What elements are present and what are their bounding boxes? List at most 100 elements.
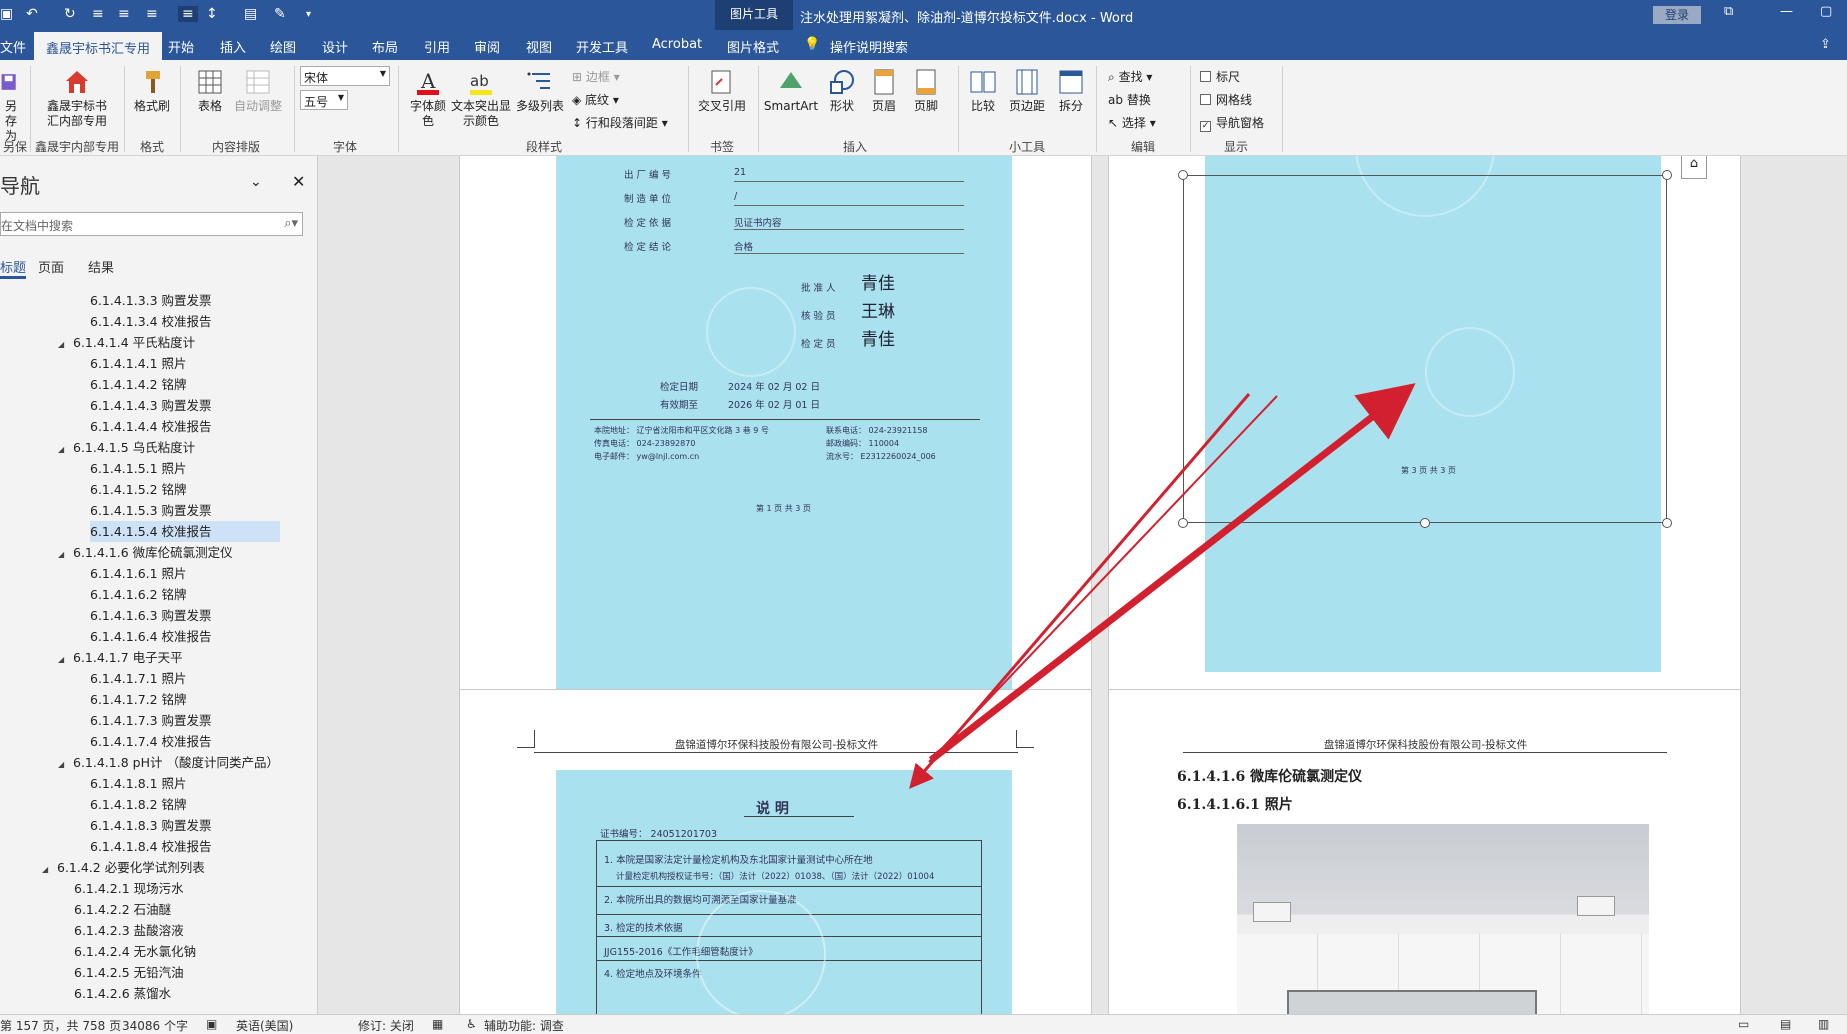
nav-pane-checkbox[interactable]: ✓ 导航窗格 [1200, 114, 1264, 132]
line-spacing-icon[interactable]: ↕ [206, 6, 218, 22]
tab-insert[interactable]: 插入 [220, 37, 246, 56]
tab-picture-format[interactable]: 图片格式 [727, 37, 779, 56]
nav-tab-pages[interactable]: 页面 [38, 257, 64, 276]
compare-button[interactable]: 比较 [964, 68, 1002, 114]
font-color-button[interactable]: A 字体颜色 [404, 68, 452, 129]
select-button[interactable]: ↖ 选择 ▾ [1108, 114, 1156, 131]
nav-heading-item[interactable]: 6.1.4.1.4.2 铭牌 [90, 374, 187, 395]
font-size-select[interactable]: 五号 ▼ [300, 90, 348, 110]
nav-heading-item[interactable]: 6.1.4.1.5.1 照片 [90, 458, 187, 479]
tab-layout[interactable]: 布局 [372, 37, 398, 56]
redo-icon[interactable]: ↻ [64, 6, 76, 22]
status-words[interactable]: 34086 个字 [122, 1017, 188, 1034]
nav-heading-item[interactable]: ◢ 6.1.4.1.5 乌氏粘度计 [58, 437, 195, 458]
macro-icon[interactable]: ▦ [432, 1017, 443, 1031]
nav-heading-item[interactable]: 6.1.4.1.6.3 购置发票 [90, 605, 212, 626]
read-mode-icon[interactable]: ▭ [1738, 1017, 1749, 1031]
nav-heading-item[interactable]: 6.1.4.1.6.4 校准报告 [90, 626, 212, 647]
status-accessibility[interactable]: 辅助功能: 调查 [484, 1017, 564, 1034]
gridlines-checkbox[interactable]: 网格线 [1200, 91, 1252, 108]
nav-heading-item[interactable]: 6.1.4.2.2 石油醚 [74, 899, 171, 920]
nav-heading-item[interactable]: 6.1.4.2.5 无铅汽油 [74, 962, 184, 983]
web-layout-icon[interactable]: ▥ [1818, 1017, 1829, 1031]
tab-acrobat[interactable]: Acrobat [652, 37, 702, 52]
status-language[interactable]: 英语(美国) [236, 1017, 293, 1034]
tab-xsy[interactable]: 鑫晟宇标书汇专用 [34, 32, 163, 60]
nav-tab-results[interactable]: 结果 [88, 257, 114, 276]
save-as-icon[interactable]: ▤ [244, 6, 257, 22]
margins-button[interactable]: 页边距 [1004, 68, 1050, 114]
nav-heading-item[interactable]: 6.1.4.1.3.3 购置发票 [90, 290, 212, 311]
split-button[interactable]: 拆分 [1052, 68, 1090, 114]
border-button[interactable]: ⊞ 边框 ▾ [572, 68, 620, 85]
nav-heading-item[interactable]: 6.1.4.1.5.2 铭牌 [90, 479, 187, 500]
nav-heading-item[interactable]: 6.1.4.1.8.1 照片 [90, 773, 187, 794]
cross-reference-button[interactable]: 交叉引用 [694, 68, 750, 114]
proofing-icon[interactable]: ▣ [206, 1017, 217, 1031]
line-spacing-button[interactable]: ↕ 行和段落间距 ▾ [572, 114, 668, 131]
shapes-button[interactable]: 形状 [822, 68, 862, 114]
status-page[interactable]: 第 157 页，共 758 页 [0, 1017, 121, 1034]
collapse-triangle-icon[interactable]: ◢ [58, 439, 73, 460]
xsy-button[interactable]: 鑫晟宇标书汇内部专用 [40, 68, 114, 129]
nav-tab-headings[interactable]: 标题 [0, 257, 27, 279]
nav-heading-item[interactable]: ◢ 6.1.4.1.4 平氏粘度计 [58, 332, 195, 353]
nav-heading-item[interactable]: 6.1.4.1.7.2 铭牌 [90, 689, 187, 710]
collapse-triangle-icon[interactable]: ◢ [58, 649, 73, 670]
tab-home[interactable]: 开始 [168, 37, 194, 56]
ribbon-display-icon[interactable]: ⧉ [1724, 4, 1733, 19]
nav-heading-item[interactable]: 6.1.4.1.8.3 购置发票 [90, 815, 212, 836]
nav-heading-item[interactable]: 6.1.4.2.1 现场污水 [74, 878, 184, 899]
smartart-button[interactable]: SmartArt [762, 68, 820, 114]
justify-icon[interactable]: ≡ [178, 6, 198, 22]
maximize-icon[interactable]: ▢ [1820, 4, 1832, 19]
customize-qa-icon[interactable]: ▾ [306, 9, 311, 20]
save-as-button[interactable]: 另存为 [0, 68, 22, 144]
header-button[interactable]: 页眉 [864, 68, 904, 114]
font-name-select[interactable]: 宋体 ▼ [300, 66, 390, 86]
tab-file[interactable]: 文件 [0, 37, 26, 56]
collapse-triangle-icon[interactable]: ◢ [58, 754, 73, 775]
multilevel-list-button[interactable]: 多级列表 [514, 68, 566, 114]
collapse-triangle-icon[interactable]: ◢ [58, 334, 73, 355]
tell-me-search[interactable]: 操作说明搜索 [830, 37, 908, 56]
tab-developer[interactable]: 开发工具 [576, 37, 628, 56]
auto-adjust-button[interactable]: 自动调整 [232, 68, 284, 114]
nav-heading-item[interactable]: 6.1.4.1.7.1 照片 [90, 668, 187, 689]
search-icon[interactable]: ⌕▾ [284, 216, 298, 231]
nav-heading-item[interactable]: 6.1.4.2.4 无水氯化钠 [74, 941, 196, 962]
nav-heading-item[interactable]: 6.1.4.1.7.3 购置发票 [90, 710, 212, 731]
tab-draw[interactable]: 绘图 [270, 37, 296, 56]
shading-button[interactable]: ◈ 底纹 ▾ [572, 91, 619, 108]
replace-button[interactable]: ab 替换 [1108, 91, 1151, 108]
find-button[interactable]: ⌕ 查找 ▾ [1108, 68, 1152, 85]
chevron-down-icon[interactable]: ⌄ [250, 174, 262, 190]
minimize-icon[interactable]: — [1780, 4, 1793, 19]
tab-review[interactable]: 审阅 [474, 37, 500, 56]
nav-heading-item[interactable]: ◢ 6.1.4.1.7 电子天平 [58, 647, 183, 668]
status-track-changes[interactable]: 修订: 关闭 [358, 1017, 414, 1034]
nav-heading-item[interactable]: 6.1.4.1.5.4 校准报告 [90, 521, 280, 542]
tab-references[interactable]: 引用 [424, 37, 450, 56]
nav-heading-item[interactable]: 6.1.4.1.6.2 铭牌 [90, 584, 187, 605]
nav-heading-item[interactable]: 6.1.4.1.7.4 校准报告 [90, 731, 212, 752]
format-painter-qa-icon[interactable]: ✎ [274, 6, 286, 22]
nav-heading-item[interactable]: ◢ 6.1.4.1.6 微库伦硫氯测定仪 [58, 542, 233, 563]
nav-search-input[interactable]: 在文档中搜索 ⌕▾ [0, 212, 303, 236]
ruler-checkbox[interactable]: 标尺 [1200, 68, 1240, 85]
nav-heading-item[interactable]: 6.1.4.1.6.1 照片 [90, 563, 187, 584]
align-center-icon[interactable]: ≡ [118, 6, 130, 22]
collapse-triangle-icon[interactable]: ◢ [42, 859, 57, 880]
nav-heading-item[interactable]: 6.1.4.1.3.4 校准报告 [90, 311, 212, 332]
nav-heading-item[interactable]: 6.1.4.2.6 蒸馏水 [74, 983, 171, 1004]
sign-in-button[interactable]: 登录 [1653, 6, 1701, 24]
align-left-icon[interactable]: ≡ [92, 6, 104, 22]
nav-heading-item[interactable]: 6.1.4.2.3 盐酸溶液 [74, 920, 184, 941]
nav-heading-item[interactable]: 6.1.4.1.8.2 铭牌 [90, 794, 187, 815]
nav-heading-item[interactable]: 6.1.4.1.8.4 校准报告 [90, 836, 212, 857]
undo-icon[interactable]: ↶ [26, 6, 38, 22]
align-right-icon[interactable]: ≡ [146, 6, 158, 22]
nav-heading-item[interactable]: 6.1.4.1.5.3 购置发票 [90, 500, 212, 521]
highlight-button[interactable]: ab 文本突出显示颜色 [450, 68, 512, 129]
table-button[interactable]: 表格 [188, 68, 232, 114]
